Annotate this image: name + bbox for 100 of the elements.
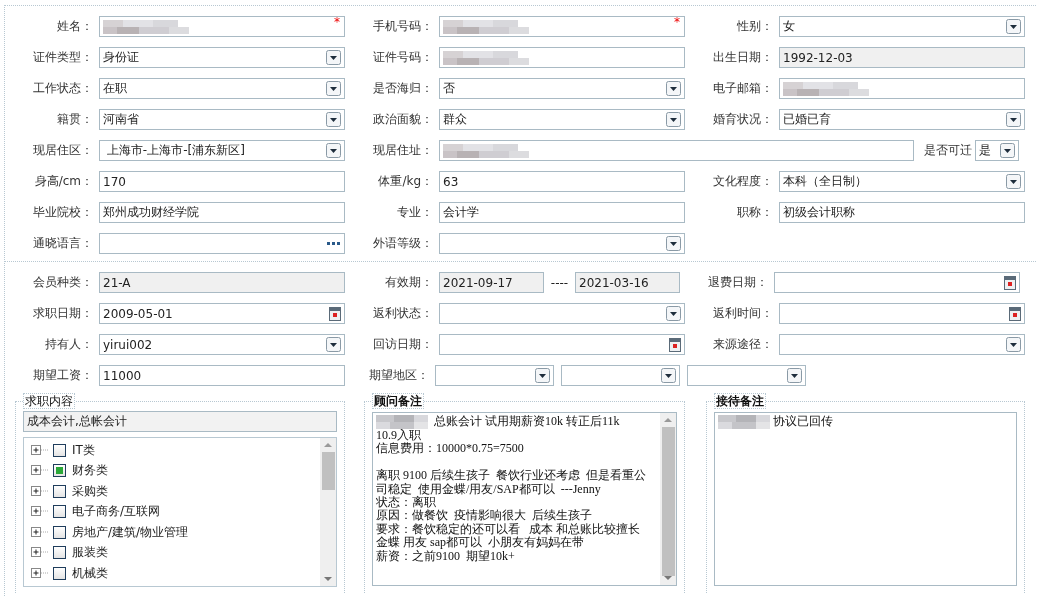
- date-field[interactable]: [779, 303, 1025, 324]
- dropdown-field[interactable]: 上海市-上海市-[浦东新区]: [99, 140, 345, 161]
- calendar-icon[interactable]: [329, 306, 341, 321]
- dropdown-field[interactable]: [561, 365, 680, 386]
- required-asterisk: *: [334, 15, 340, 29]
- note-line: 10.9入职: [376, 429, 422, 442]
- text-field[interactable]: 成本会计,总帐会计: [23, 411, 337, 432]
- panel-legend: 求职内容: [23, 393, 75, 409]
- checkbox[interactable]: [53, 505, 66, 519]
- field-label: 政治面貌：: [372, 111, 434, 128]
- ellipsis-icon[interactable]: [327, 241, 341, 246]
- field-label: 来源途径：: [712, 336, 774, 353]
- date-field[interactable]: 2021-09-17: [439, 272, 544, 293]
- text-field[interactable]: 郑州成功财经学院: [99, 202, 345, 223]
- field-label: 持有人：: [44, 336, 94, 353]
- note-line: 状态：离职: [376, 496, 436, 509]
- field-label: 性别：: [736, 18, 774, 35]
- field-label: 有效期：: [384, 274, 434, 291]
- dropdown-field[interactable]: [435, 365, 554, 386]
- dropdown-field[interactable]: 本科（全日制）: [779, 171, 1025, 192]
- calendar-icon[interactable]: [669, 337, 681, 352]
- dropdown-field[interactable]: [687, 365, 806, 386]
- field-label: 是否可迁: [923, 142, 973, 159]
- tree-item[interactable]: 房地产/建筑/物业管理: [72, 523, 189, 541]
- text-field[interactable]: 11000: [99, 365, 345, 386]
- note-line: 信息费用：10000*0.75=7500: [376, 442, 525, 456]
- field-label: 身高/cm：: [33, 173, 94, 190]
- calendar-icon[interactable]: [1009, 306, 1021, 321]
- text-field[interactable]: 初级会计职称: [779, 202, 1025, 223]
- checkbox[interactable]: [53, 566, 66, 580]
- field-label: 通晓语言：: [32, 235, 94, 252]
- field-label: 是否海归：: [372, 80, 434, 97]
- field-label: 外语等级：: [372, 235, 434, 252]
- text-field[interactable]: *: [99, 16, 345, 37]
- note-line: 原因：做餐饮 疫情影响很大 后续生孩子: [376, 509, 593, 523]
- field-label: 现居住区：: [32, 142, 94, 159]
- date-field[interactable]: [774, 272, 1020, 293]
- text-field[interactable]: 会计学: [439, 202, 685, 223]
- panel-legend: 顾问备注: [372, 393, 424, 409]
- field-label: 证件类型：: [32, 49, 94, 66]
- checkbox[interactable]: [53, 546, 66, 560]
- notes-textarea[interactable]: 协议已回传: [714, 412, 1017, 586]
- dropdown-field[interactable]: yirui002: [99, 334, 345, 355]
- checkbox[interactable]: [53, 464, 66, 478]
- field-label: 文化程度：: [712, 173, 774, 190]
- tree-item[interactable]: 财务类: [72, 462, 108, 480]
- dropdown-field[interactable]: 身份证: [99, 47, 345, 68]
- text-field[interactable]: [779, 78, 1025, 99]
- text-field[interactable]: 63: [439, 171, 685, 192]
- note-line: 总账会计 试用期薪资10k 转正后11k: [433, 415, 621, 429]
- tree-item[interactable]: 服装类: [72, 544, 108, 562]
- field-label: 电子邮箱：: [712, 80, 774, 97]
- checkbox[interactable]: [53, 484, 66, 498]
- text-field[interactable]: 1992-12-03: [779, 47, 1025, 68]
- text-field[interactable]: [99, 233, 345, 254]
- scrollbar[interactable]: [660, 413, 676, 585]
- field-label: 手机号码：: [372, 18, 434, 35]
- text-field[interactable]: [439, 47, 685, 68]
- field-label: 职称：: [736, 204, 774, 221]
- calendar-icon[interactable]: [1004, 275, 1016, 290]
- dropdown-field[interactable]: 河南省: [99, 109, 345, 130]
- note-line: 金蝶 用友 sap都可以 小朋友有妈妈在带: [376, 536, 585, 550]
- note-line: 协议已回传: [772, 415, 834, 429]
- note-line: 薪资：之前9100 期望10k+: [376, 549, 516, 564]
- dropdown-field[interactable]: 群众: [439, 109, 685, 130]
- date-field[interactable]: 2021-03-16: [575, 272, 680, 293]
- field-label: 婚育状况：: [712, 111, 774, 128]
- text-field[interactable]: *: [439, 16, 685, 37]
- tree-item[interactable]: 采购类: [72, 482, 108, 500]
- dropdown-field[interactable]: 在职: [99, 78, 345, 99]
- field-label: 现居住址：: [372, 142, 434, 159]
- field-label: 退费日期：: [707, 274, 769, 291]
- note-line: 离职 9100 后续生孩子 餐饮行业还考虑 但是看重公司稳定 使用金蝶/用友/SAP都可以 ---Jenny: [376, 469, 647, 496]
- dropdown-field[interactable]: [439, 303, 685, 324]
- dropdown-field[interactable]: [779, 334, 1025, 355]
- field-label: 返利状态：: [372, 305, 434, 322]
- dropdown-field[interactable]: 是: [975, 140, 1019, 161]
- field-label: 籍贯：: [56, 111, 94, 128]
- text-field[interactable]: 170: [99, 171, 345, 192]
- field-label: 期望工资：: [32, 367, 94, 384]
- dropdown-field[interactable]: 否: [439, 78, 685, 99]
- tree-item[interactable]: 电子商务/互联网: [72, 503, 161, 521]
- field-label: 出生日期：: [712, 49, 774, 66]
- checkbox[interactable]: [53, 443, 66, 457]
- scrollbar[interactable]: [320, 438, 336, 586]
- text-field[interactable]: 21-A: [99, 272, 345, 293]
- text-field[interactable]: [439, 140, 914, 161]
- field-label: 专业：: [396, 204, 434, 221]
- date-field[interactable]: [439, 334, 685, 355]
- tree-item[interactable]: 机械类: [72, 564, 108, 582]
- field-label: 回访日期：: [372, 336, 434, 353]
- date-field[interactable]: 2009-05-01: [99, 303, 345, 324]
- field-label: 工作状态：: [32, 80, 94, 97]
- tree-item[interactable]: IT类: [72, 441, 95, 459]
- checkbox[interactable]: [53, 525, 66, 539]
- dropdown-field[interactable]: 已婚已育: [779, 109, 1025, 130]
- dropdown-field[interactable]: 女: [779, 16, 1025, 37]
- field-label: 证件号码：: [372, 49, 434, 66]
- notes-textarea[interactable]: 总账会计 试用期薪资10k 转正后11k 10.9入职 信息费用：10000*0.75=7500 离职 9100 后续生孩子 餐饮行业还考虑 但是看重公司稳定 使用金蝶/用友/SAP都可以 ---Jenny 状态：离职 原因：做餐饮 疫情影响很大 后续生孩子 要求：餐饮稳定的还可以看 成本 和总账比较擅长 金蝶 用友 sap都可以 小朋友有妈妈在带 薪资：之前9100 期望10k+: [372, 412, 677, 586]
- dropdown-field[interactable]: [439, 233, 685, 254]
